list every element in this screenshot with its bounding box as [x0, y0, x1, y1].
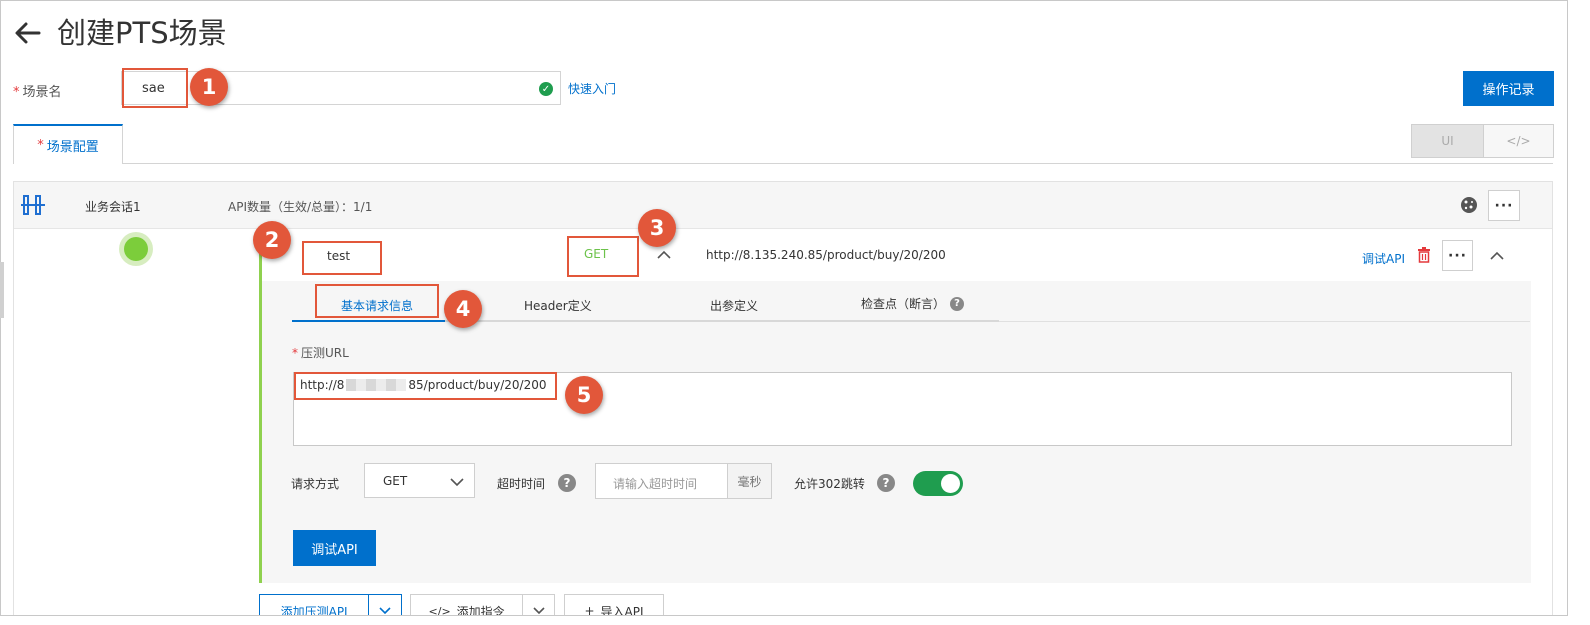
check-circle-icon: ✓: [539, 82, 553, 96]
back-arrow-icon[interactable]: [13, 19, 43, 47]
view-toggle-code[interactable]: </>: [1483, 124, 1554, 158]
subtab-basic-active-bar: [292, 320, 445, 322]
add-instruction-button[interactable]: </> 添加指令: [410, 594, 555, 616]
import-api-button[interactable]: + 导入API: [564, 594, 664, 616]
annotation-box-api-name: [302, 241, 382, 275]
toggle-knob: [941, 474, 960, 493]
method-select[interactable]: GET: [364, 463, 475, 498]
timeout-help-icon[interactable]: ?: [558, 474, 576, 492]
left-edge-marker: [0, 262, 4, 318]
scene-name-label: * 场景名: [13, 85, 62, 100]
add-instruction-label: </> 添加指令: [428, 604, 505, 616]
redirect-toggle[interactable]: [913, 471, 963, 496]
code-icon: </>: [428, 604, 451, 616]
page-frame: 创建PTS场景 * 场景名 sae ✓ 快速入门 操作记录 * 场景配置 UI </…: [0, 0, 1568, 616]
annotation-badge-4: 4: [444, 290, 482, 328]
session-structure-icon: [21, 194, 45, 219]
add-instruction-dropdown-icon[interactable]: [522, 595, 554, 615]
tab-output-params[interactable]: 出参定义: [710, 297, 758, 314]
view-toggle-ui[interactable]: UI: [1411, 124, 1484, 158]
api-more-button[interactable]: ···: [1442, 240, 1473, 271]
annotation-badge-5: 5: [565, 376, 603, 414]
plus-icon: +: [584, 604, 595, 616]
cookie-icon[interactable]: [1460, 196, 1478, 217]
timeout-placeholder: 请输入超时时间: [613, 477, 698, 491]
collapse-chevron-icon[interactable]: [1490, 250, 1504, 264]
session-more-button[interactable]: ···: [1488, 190, 1520, 221]
tab-checkpoints[interactable]: 检查点（断言） ?: [861, 295, 965, 312]
annotation-box-scene-name: [122, 68, 188, 108]
add-pressure-api-label: 添加压测API: [280, 604, 348, 616]
debug-api-link[interactable]: 调试API: [1362, 250, 1405, 267]
api-url: http://8.135.240.85/product/buy/20/200: [706, 248, 946, 262]
status-dot: [119, 232, 153, 266]
tab-header-definition[interactable]: Header定义: [524, 297, 592, 314]
tab-scene-config[interactable]: * 场景配置: [13, 124, 123, 164]
add-pressure-dropdown-icon[interactable]: [368, 595, 401, 615]
annotation-box-url: [294, 372, 557, 400]
url-label: * 压测URL: [292, 346, 349, 360]
tabs-baseline: [13, 163, 1553, 164]
annotation-badge-3: 3: [638, 209, 676, 247]
debug-api-button[interactable]: 调试API: [293, 530, 376, 566]
annotation-box-subtab: [315, 284, 439, 318]
tab-checkpoints-label: 检查点（断言）: [861, 297, 946, 311]
method-label: 请求方式: [291, 477, 340, 491]
help-icon[interactable]: ?: [950, 296, 965, 311]
timeout-input[interactable]: 请输入超时时间: [595, 463, 728, 499]
session-name: 业务会话1: [85, 200, 141, 214]
annotation-badge-2: 2: [253, 221, 291, 259]
timeout-label: 超时时间: [497, 477, 546, 491]
timeout-unit: 毫秒: [727, 463, 772, 499]
redirect-label: 允许302跳转: [794, 477, 865, 491]
chevron-up-icon[interactable]: [657, 249, 671, 263]
api-green-rail: [259, 231, 262, 583]
redirect-help-icon[interactable]: ?: [877, 474, 895, 492]
annotation-box-method: [567, 236, 639, 277]
quick-start-link[interactable]: 快速入门: [568, 80, 616, 97]
chevron-down-icon: [450, 476, 464, 490]
add-pressure-api-button[interactable]: 添加压测API: [259, 594, 402, 616]
api-count: API数量（生效/总量）：1/1: [228, 200, 373, 214]
page-title: 创建PTS场景: [57, 16, 227, 50]
method-select-value: GET: [383, 474, 408, 488]
trash-icon[interactable]: [1417, 247, 1431, 266]
annotation-badge-1: 1: [190, 68, 228, 106]
operation-log-button[interactable]: 操作记录: [1463, 71, 1554, 106]
